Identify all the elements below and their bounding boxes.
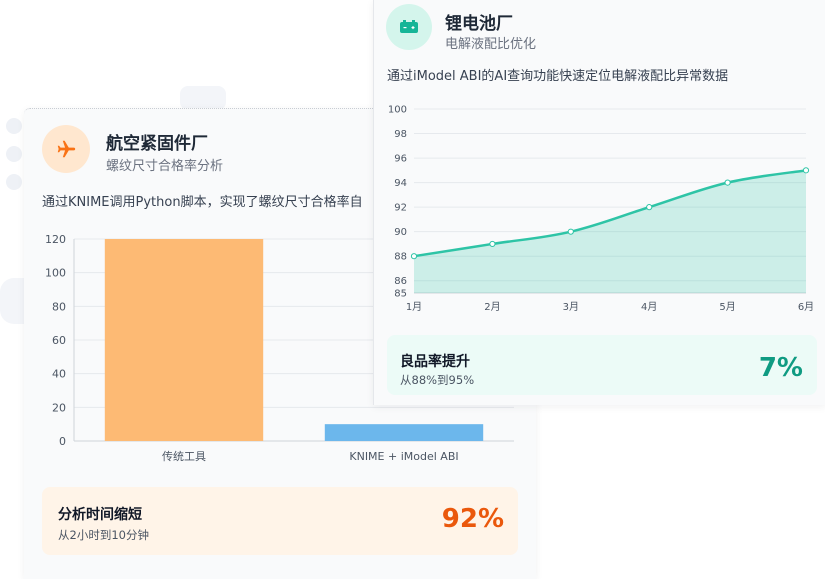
area-chart-y-tick: 86 bbox=[394, 276, 407, 287]
bar-chart-y-tick: 60 bbox=[52, 334, 66, 347]
aerospace-icon-badge bbox=[42, 125, 90, 173]
aerospace-stat-value: 92% bbox=[441, 504, 504, 534]
background-dot bbox=[6, 118, 22, 134]
aerospace-card-subtitle: 螺纹尺寸合格率分析 bbox=[106, 159, 224, 174]
aerospace-card-description: 通过KNIME调用Python脚本，实现了螺纹尺寸合格率自 bbox=[42, 195, 363, 210]
area-chart-point bbox=[567, 228, 574, 235]
area-chart-y-tick: 94 bbox=[394, 178, 407, 189]
bar-chart-y-tick: 20 bbox=[52, 401, 66, 414]
aerospace-stat-box: 分析时间缩短 从2小时到10分钟 92% bbox=[42, 487, 518, 555]
area-chart-x-tick: 6月 bbox=[798, 301, 814, 313]
bar-chart-x-tick: 传统工具 bbox=[162, 450, 206, 463]
area-chart-point bbox=[724, 179, 731, 186]
area-chart-x-tick: 2月 bbox=[484, 301, 500, 313]
area-chart-x-tick: 5月 bbox=[719, 301, 735, 313]
bar-chart-x-tick: KNIME + iModel ABI bbox=[349, 450, 458, 463]
bar-chart-bar bbox=[104, 239, 264, 441]
area-chart-y-tick: 92 bbox=[394, 203, 407, 214]
battery-stat-label: 良品率提升 bbox=[400, 354, 470, 370]
area-chart-point bbox=[802, 167, 810, 174]
bar-chart-y-tick: 40 bbox=[52, 368, 66, 381]
battery-stat-box: 良品率提升 从88%到95% 7% bbox=[387, 335, 817, 395]
battery-icon bbox=[400, 20, 418, 33]
area-chart-y-tick: 90 bbox=[394, 227, 407, 238]
battery-card-subtitle: 电解液配比优化 bbox=[445, 37, 537, 52]
area-chart-y-tick: 88 bbox=[394, 252, 407, 263]
aerospace-card-title: 航空紧固件厂 bbox=[106, 134, 208, 154]
airplane-icon bbox=[57, 140, 76, 158]
bar-chart-y-tick: 120 bbox=[45, 233, 66, 246]
area-chart: 85 86 88 90 92 94 96 98 100 1月 2月 3月 4月 5月 6月 bbox=[388, 105, 814, 314]
aerospace-stat-label: 分析时间缩短 bbox=[58, 507, 142, 523]
area-chart-x-tick: 1月 bbox=[406, 301, 422, 313]
battery-card-title: 锂电池厂 bbox=[445, 14, 513, 34]
area-chart-point bbox=[646, 204, 653, 211]
area-chart-x-tick: 3月 bbox=[563, 301, 579, 313]
area-chart-y-tick: 85 bbox=[394, 289, 407, 300]
battery-stat-value: 7% bbox=[758, 353, 803, 383]
area-chart-x-tick: 4月 bbox=[641, 301, 657, 313]
bar-chart-bar bbox=[324, 424, 484, 441]
bar-chart-y-tick: 100 bbox=[45, 267, 66, 280]
battery-case-card: 锂电池厂 电解液配比优化 通过iModel ABI的AI查询功能快速定位电解液配… bbox=[373, 0, 825, 405]
area-chart-point bbox=[410, 253, 418, 260]
bar-chart-y-tick: 0 bbox=[59, 435, 66, 448]
bar-chart-y-tick: 80 bbox=[52, 300, 66, 313]
battery-icon-badge bbox=[386, 4, 432, 50]
background-dot bbox=[6, 146, 22, 162]
area-chart-y-tick: 96 bbox=[394, 154, 407, 165]
background-dot bbox=[6, 174, 22, 190]
area-chart-point bbox=[489, 240, 496, 248]
aerospace-stat-sub: 从2小时到10分钟 bbox=[58, 528, 149, 542]
battery-stat-sub: 从88%到95% bbox=[400, 373, 475, 387]
area-chart-y-tick: 100 bbox=[388, 105, 407, 116]
battery-card-description: 通过iModel ABI的AI查询功能快速定位电解液配比异常数据 bbox=[387, 69, 729, 84]
background-panel bbox=[180, 86, 226, 110]
area-chart-y-tick: 98 bbox=[394, 129, 407, 140]
